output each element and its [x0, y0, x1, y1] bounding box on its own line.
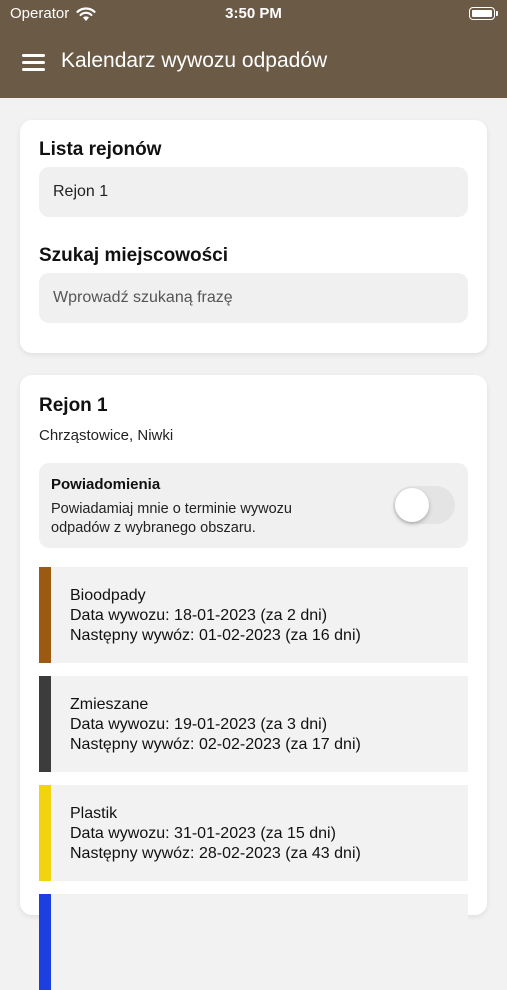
waste-type: Bioodpady	[70, 587, 146, 604]
waste-item-plastik: Plastik Data wywozu: 31-01-2023 (za 15 d…	[39, 785, 468, 881]
toggle-knob	[395, 488, 429, 522]
region-list-label: Lista rejonów	[39, 139, 162, 160]
waste-color-bar	[39, 894, 51, 990]
waste-date: Data wywozu: 18-01-2023 (za 2 dni)	[70, 607, 328, 624]
status-bar: Operator 3:50 PM	[0, 0, 507, 28]
clock: 3:50 PM	[225, 5, 282, 22]
region-title: Rejon 1	[39, 395, 108, 416]
waste-item-zmieszane: Zmieszane Data wywozu: 19-01-2023 (za 3 …	[39, 676, 468, 772]
waste-type: Zmieszane	[70, 696, 149, 713]
search-field	[39, 273, 468, 323]
filter-card: Lista rejonów Rejon 1 Szukaj miejscowośc…	[20, 120, 487, 353]
navigation-bar: Kalendarz wywozu odpadów	[0, 28, 507, 98]
waste-date: Data wywozu: 31-01-2023 (za 15 dni)	[70, 825, 336, 842]
notifications-description: Powiadamiaj mnie o terminie wywozu odpad…	[51, 501, 292, 536]
notifications-title: Powiadomienia	[51, 476, 161, 493]
search-label: Szukaj miejscowości	[39, 245, 229, 266]
region-card: Rejon 1 Chrząstowice, Niwki Powiadomieni…	[20, 375, 487, 990]
region-places: Chrząstowice, Niwki	[39, 427, 174, 444]
search-input[interactable]	[53, 273, 468, 323]
region-select[interactable]: Rejon 1	[39, 167, 468, 217]
waste-type: Plastik	[70, 805, 118, 822]
region-select-value: Rejon 1	[53, 183, 109, 200]
battery-icon	[469, 7, 498, 20]
waste-item-partial	[39, 894, 468, 990]
waste-next-date: Następny wywóz: 02-02-2023 (za 17 dni)	[70, 736, 361, 753]
waste-item-bioodpady: Bioodpady Data wywozu: 18-01-2023 (za 2 …	[39, 567, 468, 663]
app-header: Operator 3:50 PM Kalendarz wywozu odpadó…	[0, 0, 507, 98]
hamburger-menu-icon[interactable]	[22, 54, 46, 72]
waste-color-bar	[39, 676, 51, 772]
waste-date: Data wywozu: 19-01-2023 (za 3 dni)	[70, 716, 328, 733]
notifications-panel: Powiadomienia Powiadamiaj mnie o termini…	[39, 463, 468, 548]
waste-color-bar	[39, 567, 51, 663]
notifications-toggle[interactable]	[393, 486, 455, 524]
waste-next-date: Następny wywóz: 28-02-2023 (za 43 dni)	[70, 845, 361, 862]
waste-color-bar	[39, 785, 51, 881]
waste-next-date: Następny wywóz: 01-02-2023 (za 16 dni)	[70, 627, 361, 644]
page-title: Kalendarz wywozu odpadów	[61, 49, 328, 72]
